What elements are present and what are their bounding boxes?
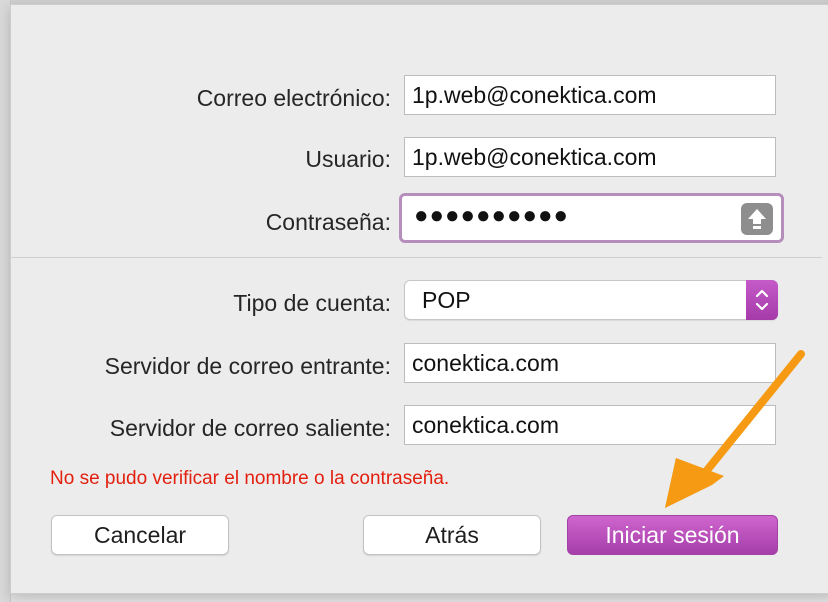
annotation-arrow-icon	[665, 350, 805, 508]
